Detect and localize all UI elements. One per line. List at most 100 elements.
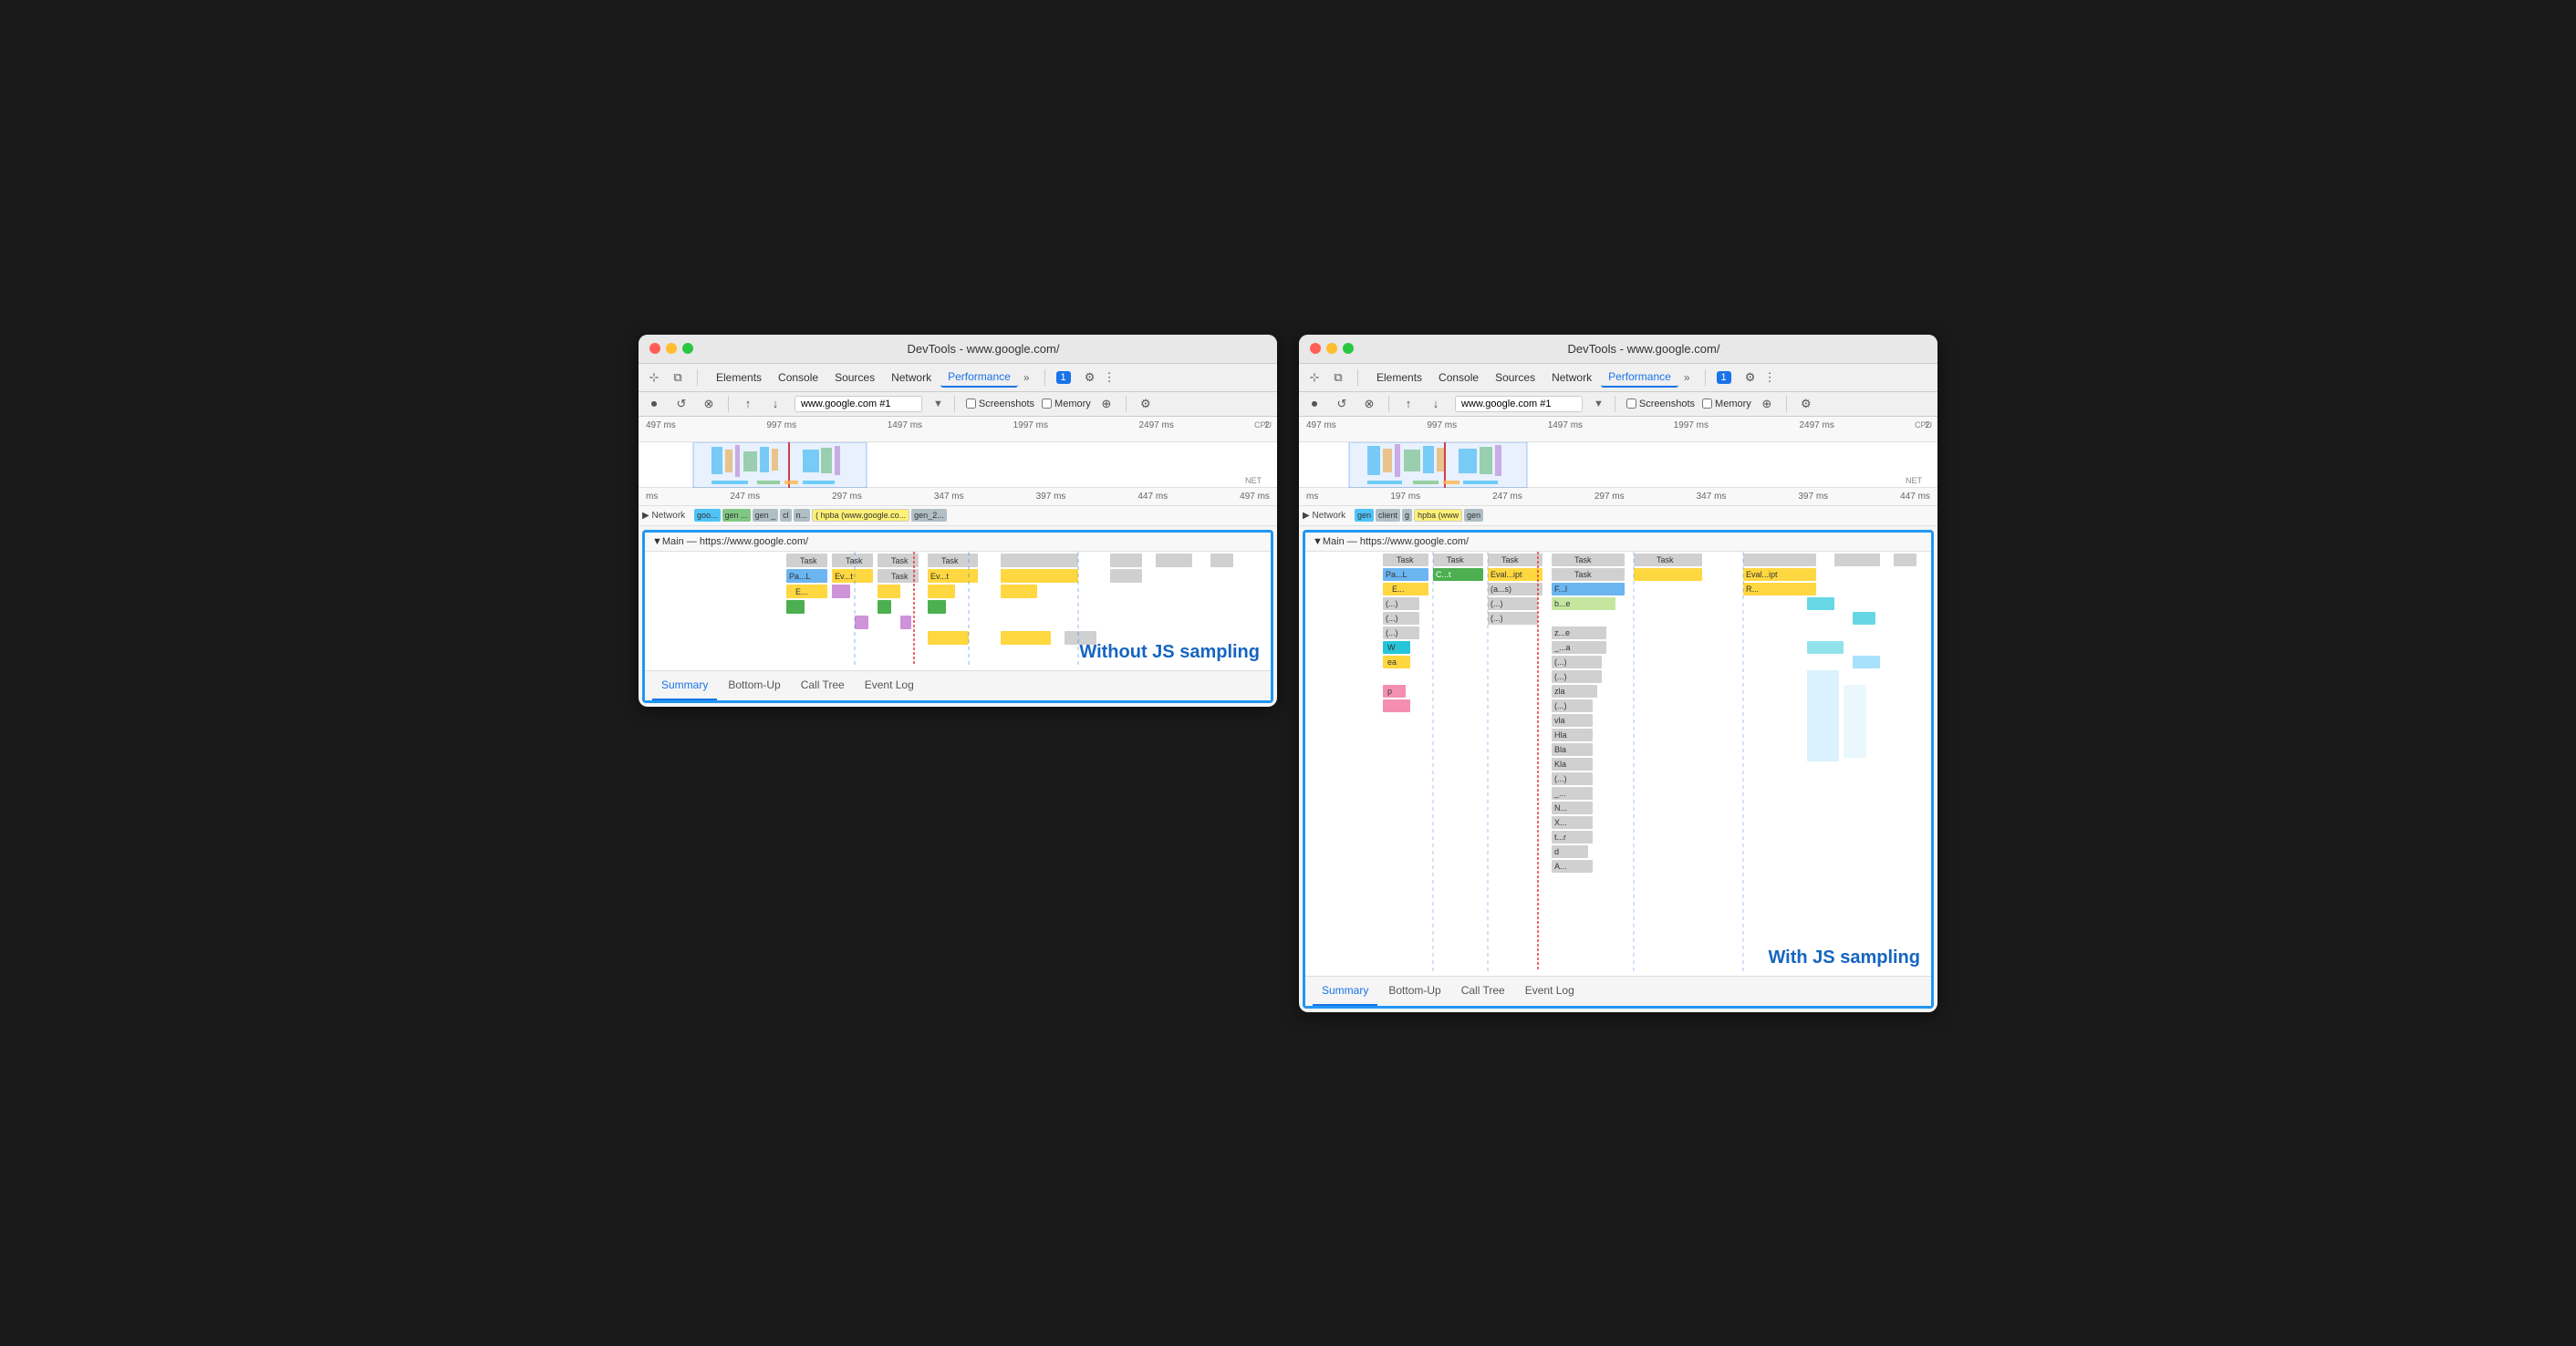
- s-marker-2: 247 ms: [730, 492, 760, 502]
- cursor-icon-right[interactable]: ⊹: [1306, 369, 1323, 386]
- settings-icon-right[interactable]: ⚙: [1742, 369, 1759, 386]
- memory-icon[interactable]: ⊕: [1098, 396, 1115, 412]
- minimize-button-right[interactable]: [1326, 343, 1337, 354]
- toolbar-icons-right: ⊹ ⧉: [1306, 369, 1346, 386]
- net-chip-r2: client: [1376, 509, 1400, 522]
- net-chip-r3: g: [1402, 509, 1412, 522]
- clear-icon[interactable]: ⊗: [701, 396, 717, 412]
- svg-text:(a...s): (a...s): [1491, 585, 1511, 594]
- perf-toolbar-left: ⏺ ↺ ⊗ ↑ ↓ www.google.com #1 ▼ Screenshot…: [639, 392, 1277, 417]
- issues-badge[interactable]: 1: [1056, 371, 1071, 384]
- more-options-icon-right[interactable]: ⋮: [1764, 370, 1777, 385]
- tab-console[interactable]: Console: [771, 368, 826, 387]
- tab-performance-right[interactable]: Performance: [1601, 368, 1678, 388]
- tab-elements-right[interactable]: Elements: [1369, 368, 1429, 387]
- tab-calltree-right[interactable]: Call Tree: [1452, 977, 1514, 1006]
- tab-bottomup-left[interactable]: Bottom-Up: [719, 671, 789, 700]
- upload-icon[interactable]: ↑: [740, 396, 756, 412]
- screenshots-checkbox-right[interactable]: Screenshots: [1626, 399, 1695, 409]
- more-tabs-icon-right[interactable]: »: [1680, 368, 1694, 387]
- s-marker-r6: 397 ms: [1798, 492, 1828, 502]
- url-arrow-right: ▼: [1594, 399, 1604, 409]
- main-url-left: Main — https://www.google.com/: [662, 536, 808, 547]
- maximize-button-right[interactable]: [1343, 343, 1354, 354]
- toolbar-sep-4: [954, 396, 955, 412]
- tab-console-right[interactable]: Console: [1431, 368, 1486, 387]
- ruler-marker-4: 1997 ms: [1013, 420, 1048, 430]
- svg-text:vla: vla: [1554, 716, 1565, 725]
- download-icon-right[interactable]: ↓: [1428, 396, 1444, 412]
- ruler-marker-r5: 2497 ms: [1800, 420, 1834, 430]
- net-chip-r5: gen: [1464, 509, 1483, 522]
- svg-text:Task: Task: [1447, 555, 1464, 564]
- screenshots-checkbox[interactable]: Screenshots: [966, 399, 1034, 409]
- tab-performance[interactable]: Performance: [940, 368, 1018, 388]
- layers-icon[interactable]: ⧉: [670, 369, 686, 386]
- second-ruler-left: ms 247 ms 297 ms 347 ms 397 ms 447 ms 49…: [639, 488, 1277, 506]
- flame-chart-right[interactable]: Task Task Task Task Task Pa...L: [1305, 552, 1931, 976]
- tab-network-right[interactable]: Network: [1544, 368, 1599, 387]
- tab-summary-right[interactable]: Summary: [1313, 977, 1377, 1006]
- record-icon-right[interactable]: ⏺: [1306, 396, 1323, 412]
- cpu-label-left: CPU: [1254, 420, 1272, 430]
- tab-eventlog-left[interactable]: Event Log: [856, 671, 923, 700]
- s-marker-r1: ms: [1306, 492, 1318, 502]
- svg-text:Kla: Kla: [1554, 760, 1566, 769]
- perf-settings-icon-right[interactable]: ⚙: [1798, 396, 1814, 412]
- clear-icon-right[interactable]: ⊗: [1361, 396, 1377, 412]
- memory-icon-right[interactable]: ⊕: [1759, 396, 1775, 412]
- right-devtools-window: DevTools - www.google.com/ ⊹ ⧉ Elements …: [1299, 335, 1937, 1012]
- without-sampling-label: Without JS sampling: [1079, 642, 1260, 663]
- minimize-button[interactable]: [666, 343, 677, 354]
- more-tabs-icon[interactable]: »: [1020, 368, 1034, 387]
- s-marker-5: 397 ms: [1036, 492, 1066, 502]
- tab-bottomup-right[interactable]: Bottom-Up: [1379, 977, 1449, 1006]
- s-marker-r2: 197 ms: [1390, 492, 1420, 502]
- tab-summary-left[interactable]: Summary: [652, 671, 717, 700]
- window-title-right: DevTools - www.google.com/: [1361, 342, 1927, 356]
- cpu-label-right: CPU: [1915, 420, 1932, 430]
- main-toolbar-left: ⊹ ⧉ Elements Console Sources Network Per…: [639, 364, 1277, 392]
- refresh-record-icon[interactable]: ↺: [673, 396, 690, 412]
- svg-text:X...: X...: [1554, 818, 1567, 827]
- net-chip-3: gen _: [753, 509, 779, 522]
- panel-highlight-right: ▼ Main — https://www.google.com/ Task Ta…: [1303, 530, 1934, 1009]
- ruler-markers-right: 497 ms 997 ms 1497 ms 1997 ms 2497 ms 2 …: [1299, 417, 1937, 434]
- tab-eventlog-right[interactable]: Event Log: [1516, 977, 1584, 1006]
- svg-text:Task: Task: [1574, 555, 1592, 564]
- svg-text:(...): (...): [1554, 701, 1567, 710]
- cursor-icon[interactable]: ⊹: [646, 369, 662, 386]
- maximize-button[interactable]: [682, 343, 693, 354]
- memory-checkbox[interactable]: Memory: [1042, 399, 1091, 409]
- tab-calltree-left[interactable]: Call Tree: [792, 671, 854, 700]
- ruler-marker-5: 2497 ms: [1139, 420, 1174, 430]
- svg-text:b...e: b...e: [1554, 599, 1571, 608]
- perf-settings-icon[interactable]: ⚙: [1137, 396, 1154, 412]
- ruler-marker-r3: 1497 ms: [1548, 420, 1583, 430]
- close-button[interactable]: [649, 343, 660, 354]
- tabs-bar-right: Summary Bottom-Up Call Tree Event Log: [1305, 976, 1931, 1006]
- tab-sources-right[interactable]: Sources: [1488, 368, 1542, 387]
- tab-network[interactable]: Network: [884, 368, 939, 387]
- issues-badge-right[interactable]: 1: [1717, 371, 1731, 384]
- window-title-left: DevTools - www.google.com/: [701, 342, 1266, 356]
- svg-text:p: p: [1387, 687, 1392, 696]
- tab-elements[interactable]: Elements: [709, 368, 769, 387]
- flame-chart-left[interactable]: Task Task Task Task Pa...L Ev...t: [645, 552, 1271, 670]
- main-triangle-right: ▼: [1313, 536, 1323, 547]
- svg-text:Task: Task: [1397, 555, 1414, 564]
- svg-text:(...): (...): [1386, 599, 1398, 608]
- settings-icon[interactable]: ⚙: [1082, 369, 1098, 386]
- refresh-record-icon-right[interactable]: ↺: [1334, 396, 1350, 412]
- memory-checkbox-right[interactable]: Memory: [1702, 399, 1751, 409]
- tab-sources[interactable]: Sources: [827, 368, 882, 387]
- svg-text:R...: R...: [1746, 585, 1759, 594]
- download-icon[interactable]: ↓: [767, 396, 784, 412]
- s-marker-6: 447 ms: [1137, 492, 1168, 502]
- more-options-icon[interactable]: ⋮: [1104, 370, 1117, 385]
- toolbar-sep-3: [728, 396, 729, 412]
- close-button-right[interactable]: [1310, 343, 1321, 354]
- upload-icon-right[interactable]: ↑: [1400, 396, 1417, 412]
- layers-icon-right[interactable]: ⧉: [1330, 369, 1346, 386]
- record-icon[interactable]: ⏺: [646, 396, 662, 412]
